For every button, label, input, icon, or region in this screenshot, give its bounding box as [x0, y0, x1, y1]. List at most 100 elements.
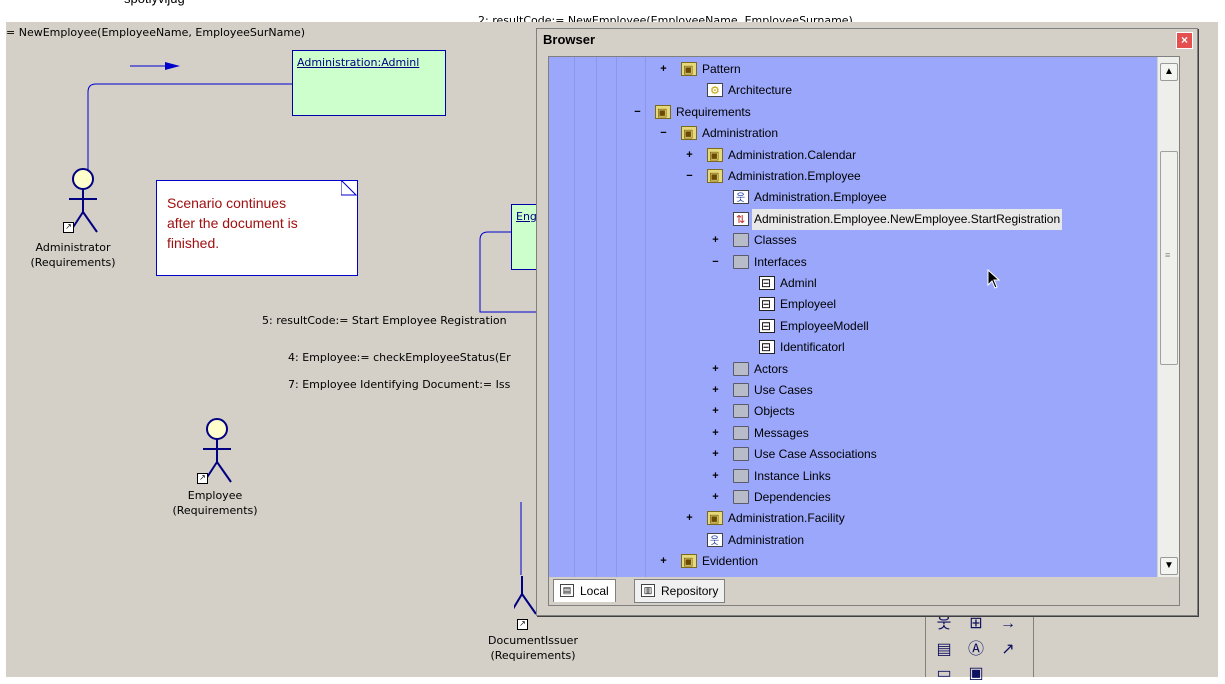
collapse-icon[interactable]: − — [685, 171, 694, 182]
tree-item[interactable]: Identificatorl — [549, 337, 1149, 358]
tree-item[interactable]: − Interfaces — [549, 252, 1149, 273]
expand-icon[interactable]: + — [685, 149, 694, 160]
tree-item-label: Adminl — [780, 276, 817, 290]
use-case-diagram-icon — [707, 531, 723, 552]
tree-item[interactable]: − Administration.Employee — [549, 166, 1149, 188]
expand-icon[interactable]: + — [711, 363, 720, 374]
shortcut-arrow-icon: ↗ — [517, 619, 528, 630]
tree-item[interactable]: + Classes — [549, 230, 1149, 251]
browser-window[interactable]: Browser × +PatternArchitecture−Requireme… — [536, 28, 1198, 616]
use-case-diagram-icon — [733, 188, 749, 209]
sequence-diagram-icon — [733, 210, 749, 231]
tree-item[interactable]: Employeel — [549, 294, 1149, 315]
browser-tabs: ▤ Local ▥ Repository — [549, 577, 1179, 605]
message-tool-icon[interactable]: → — [998, 614, 1018, 634]
expand-icon[interactable]: + — [711, 427, 720, 438]
shortcut-arrow-icon: ↗ — [63, 222, 74, 233]
shortcut-arrow-icon: ↗ — [197, 473, 208, 484]
repository-tab-icon: ▥ — [641, 584, 655, 597]
tree-item[interactable]: + Objects — [549, 401, 1149, 422]
tree-item-label: Dependencies — [754, 490, 831, 504]
folder-icon — [733, 254, 749, 269]
tree-item[interactable]: Administration — [549, 530, 1149, 552]
folder-icon — [733, 383, 749, 397]
folder-icon — [733, 233, 749, 248]
tree-item[interactable]: + Pattern — [549, 59, 1149, 81]
expand-icon[interactable]: + — [711, 406, 720, 417]
admin-object-label: Administration:Adminl — [297, 56, 420, 69]
browser-tree[interactable]: +PatternArchitecture−Requirements−Admini… — [549, 57, 1157, 577]
scenario-note[interactable]: Scenario continues after the document is… — [156, 180, 358, 276]
tree-item[interactable]: + Use Case Associations — [549, 444, 1149, 465]
tree-item[interactable]: Administration.Employee.NewEmployee.Star… — [549, 208, 1149, 231]
expand-icon[interactable]: + — [659, 64, 668, 75]
text-tool-icon[interactable]: Ⓐ — [966, 640, 986, 660]
tab-repository[interactable]: ▥ Repository — [634, 579, 726, 603]
tree-item-label: Requirements — [676, 104, 751, 119]
admin-object-box[interactable]: Administration:Adminl — [292, 50, 446, 116]
package-icon — [707, 146, 723, 167]
tree-item[interactable]: + Instance Links — [549, 466, 1149, 487]
tree-item[interactable]: EmployeeModell — [549, 316, 1149, 337]
tab-local[interactable]: ▤ Local — [553, 579, 616, 602]
note-tool-icon[interactable]: ▤ — [934, 640, 954, 660]
expand-icon[interactable]: + — [711, 492, 720, 503]
message-arrow-icon — [165, 62, 180, 70]
tree-item[interactable]: + Dependencies — [549, 487, 1149, 508]
expand-icon[interactable]: + — [685, 513, 694, 524]
tree-item-label: Administration.Employee.NewEmployee.Star… — [752, 208, 1063, 230]
tree-item[interactable]: + Messages — [549, 423, 1149, 444]
message-4-label: 4: Employee:= checkEmployeeStatus(Er — [288, 351, 511, 364]
tree-item-label: Administration.Employee — [728, 169, 861, 183]
tree-item-label: Actors — [754, 361, 789, 376]
folder-icon — [733, 425, 749, 440]
collapse-icon[interactable]: − — [633, 106, 642, 117]
tree-item[interactable]: Adminl — [549, 273, 1149, 294]
extra-tool-icon[interactable]: ▭ — [934, 664, 954, 684]
tree-item[interactable]: + Actors — [549, 359, 1149, 380]
tree-item[interactable]: Administration.Employee — [549, 187, 1149, 209]
tree-item[interactable]: Architecture — [549, 80, 1149, 102]
expand-icon[interactable]: + — [711, 470, 720, 481]
scroll-up-button[interactable]: ▲ — [1160, 63, 1178, 81]
collapse-icon[interactable]: − — [711, 256, 720, 267]
tree-item-label: Administration — [728, 532, 805, 547]
toolbox-palette: 웃 ⊞ → ▤ Ⓐ ↗ ▭ ▣ — [925, 614, 1034, 682]
expand-icon[interactable]: + — [711, 235, 720, 246]
message-5-label: 5: resultCode:= Start Employee Registrat… — [262, 314, 507, 327]
tree-item-label: Pattern — [702, 62, 741, 76]
tree-item[interactable]: + Use Cases — [549, 380, 1149, 401]
tree-item[interactable]: + Administration.Calendar — [549, 145, 1149, 167]
interface-icon — [759, 337, 775, 358]
tree-item-label: Use Cases — [754, 383, 813, 397]
expand-icon[interactable]: + — [711, 385, 720, 396]
class-tool-icon[interactable]: ⊞ — [966, 614, 986, 634]
collapse-icon[interactable]: − — [659, 128, 668, 139]
scenario-note-text: Scenario continues after the document is… — [167, 195, 298, 251]
tree-item[interactable]: − Requirements — [549, 102, 1149, 124]
message-7-label: 7: Employee Identifying Document:= Iss — [288, 378, 511, 391]
message-1-label: = NewEmployee(EmployeeName, EmployeeSurN… — [6, 26, 306, 39]
browser-tree-panel: +PatternArchitecture−Requirements−Admini… — [548, 56, 1180, 606]
folder-icon — [733, 468, 749, 483]
browser-title[interactable]: Browser — [537, 29, 1197, 51]
tree-item[interactable]: − Administration — [549, 123, 1149, 145]
tree-item-label: Messages — [754, 425, 809, 440]
link-tool-icon[interactable]: ↗ — [998, 640, 1018, 660]
package-icon — [681, 60, 697, 81]
tree-item[interactable]: + Administration.Facility — [549, 508, 1149, 530]
interface-icon — [759, 294, 775, 315]
scroll-thumb[interactable] — [1160, 151, 1178, 365]
actor-tool-icon[interactable]: 웃 — [934, 614, 954, 634]
extra-tool-icon[interactable]: ▣ — [966, 664, 986, 684]
close-icon[interactable]: × — [1176, 32, 1193, 49]
tree-item-label: Administration.Calendar — [728, 147, 857, 162]
expand-icon[interactable]: + — [711, 449, 720, 460]
expand-icon[interactable]: + — [659, 556, 668, 567]
package-icon — [707, 167, 723, 188]
tree-item[interactable]: + Evidention — [549, 551, 1149, 573]
folder-icon — [733, 404, 749, 419]
vertical-scrollbar[interactable]: ▲ ▼ — [1157, 57, 1179, 577]
scroll-down-button[interactable]: ▼ — [1160, 557, 1178, 575]
tab-local-label: Local — [580, 584, 609, 598]
